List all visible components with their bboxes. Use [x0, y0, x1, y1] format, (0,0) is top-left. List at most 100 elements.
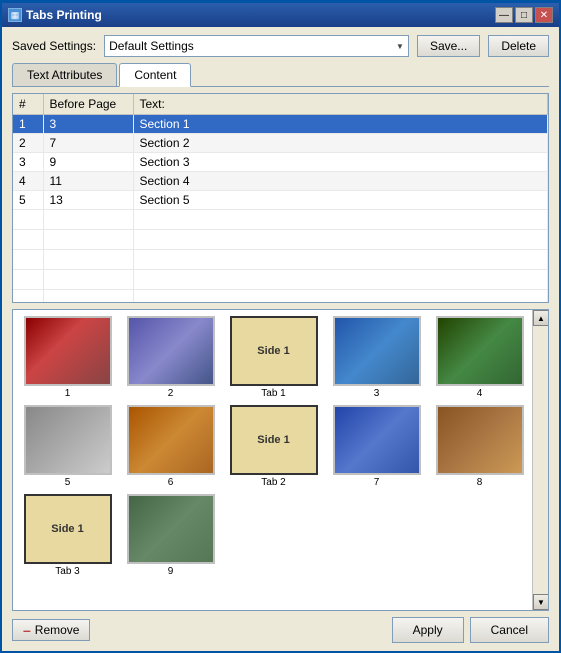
- page-thumb-content: [335, 407, 419, 473]
- minimize-button[interactable]: —: [495, 7, 513, 23]
- table-row-empty: [13, 230, 548, 250]
- list-item[interactable]: 2: [122, 316, 219, 399]
- app-icon: ▦: [8, 8, 22, 22]
- scroll-down-button[interactable]: ▼: [533, 594, 549, 610]
- scroll-up-button[interactable]: ▲: [533, 310, 549, 326]
- cell-text: Section 1: [133, 115, 548, 134]
- thumbnail-label: Tab 2: [261, 477, 285, 488]
- cell-before-page: 9: [43, 153, 133, 172]
- thumbnail-label: 8: [477, 477, 483, 488]
- thumbnail-image: [436, 316, 524, 386]
- title-bar: ▦ Tabs Printing — □ ✕: [2, 3, 559, 27]
- list-item[interactable]: 5: [19, 405, 116, 488]
- thumbnail-image: [24, 405, 112, 475]
- cell-before-page: 11: [43, 172, 133, 191]
- table-row[interactable]: 5 13 Section 5: [13, 191, 548, 210]
- page-thumb-content: [438, 407, 522, 473]
- col-header-text: Text:: [133, 94, 548, 115]
- cancel-button[interactable]: Cancel: [470, 617, 549, 643]
- content-table: # Before Page Text: 1 3 Section 1 2 7 Se…: [13, 94, 548, 303]
- content-area: Saved Settings: Default Settings ▼ Save.…: [2, 27, 559, 651]
- table-row-empty: [13, 270, 548, 290]
- scrollbar: ▲ ▼: [532, 310, 548, 610]
- list-item[interactable]: 1: [19, 316, 116, 399]
- maximize-button[interactable]: □: [515, 7, 533, 23]
- list-item[interactable]: 4: [431, 316, 528, 399]
- page-thumb-content: [129, 318, 213, 384]
- table-row[interactable]: 1 3 Section 1: [13, 115, 548, 134]
- cell-text: Section 4: [133, 172, 548, 191]
- combo-value: Default Settings: [109, 39, 194, 53]
- thumbnail-image: Side 1: [230, 316, 318, 386]
- thumbnail-image: Side 1: [24, 494, 112, 564]
- remove-icon: –: [23, 622, 31, 638]
- table-row[interactable]: 2 7 Section 2: [13, 134, 548, 153]
- title-bar-left: ▦ Tabs Printing: [8, 8, 102, 22]
- thumbnail-panel: 12Side 1Tab 13456Side 1Tab 278Side 1Tab …: [12, 309, 549, 611]
- remove-button[interactable]: – Remove: [12, 619, 90, 641]
- tab-content[interactable]: Content: [119, 63, 191, 87]
- table-row-empty: [13, 250, 548, 270]
- cell-text: Section 3: [133, 153, 548, 172]
- delete-button[interactable]: Delete: [488, 35, 549, 57]
- thumbnail-label: 5: [65, 477, 71, 488]
- cell-text: Section 2: [133, 134, 548, 153]
- tab-text-attributes[interactable]: Text Attributes: [12, 63, 117, 86]
- window-title: Tabs Printing: [26, 8, 102, 22]
- cell-before-page: 13: [43, 191, 133, 210]
- table-row[interactable]: 4 11 Section 4: [13, 172, 548, 191]
- cell-num: 4: [13, 172, 43, 191]
- title-controls: — □ ✕: [495, 7, 553, 23]
- scroll-thumb[interactable]: [533, 326, 548, 594]
- table-row[interactable]: 3 9 Section 3: [13, 153, 548, 172]
- cell-text: Section 5: [133, 191, 548, 210]
- tabs-row: Text Attributes Content: [12, 63, 549, 87]
- combo-arrow-icon: ▼: [396, 42, 404, 51]
- page-thumb-content: [335, 318, 419, 384]
- thumbnail-label: Tab 1: [261, 388, 285, 399]
- list-item[interactable]: Side 1 Tab 3: [19, 494, 116, 577]
- saved-settings-row: Saved Settings: Default Settings ▼ Save.…: [12, 35, 549, 57]
- saved-settings-label: Saved Settings:: [12, 39, 96, 53]
- tab-thumb-content: Side 1: [232, 407, 316, 473]
- main-window: ▦ Tabs Printing — □ ✕ Saved Settings: De…: [0, 0, 561, 653]
- action-buttons: Apply Cancel: [392, 617, 549, 643]
- list-item[interactable]: 3: [328, 316, 425, 399]
- page-thumb-content: [129, 407, 213, 473]
- thumbnail-grid: 12Side 1Tab 13456Side 1Tab 278Side 1Tab …: [19, 316, 528, 577]
- cell-num: 3: [13, 153, 43, 172]
- page-thumb-content: [438, 318, 522, 384]
- cell-before-page: 7: [43, 134, 133, 153]
- table-row-empty: [13, 290, 548, 304]
- thumbnail-image: [333, 405, 421, 475]
- page-thumb-content: [26, 318, 110, 384]
- cell-num: 1: [13, 115, 43, 134]
- thumbnail-image: [127, 405, 215, 475]
- save-button[interactable]: Save...: [417, 35, 480, 57]
- saved-settings-combo[interactable]: Default Settings ▼: [104, 35, 409, 57]
- thumbnail-image: [127, 316, 215, 386]
- tab-thumb-content: Side 1: [26, 496, 110, 562]
- thumbnail-image: [127, 494, 215, 564]
- table-container: # Before Page Text: 1 3 Section 1 2 7 Se…: [12, 93, 549, 303]
- list-item[interactable]: 8: [431, 405, 528, 488]
- thumbnail-label: 7: [374, 477, 380, 488]
- thumbnail-label: 9: [168, 566, 174, 577]
- tab-thumb-content: Side 1: [232, 318, 316, 384]
- list-item[interactable]: Side 1 Tab 2: [225, 405, 322, 488]
- list-item[interactable]: 9: [122, 494, 219, 577]
- cell-num: 5: [13, 191, 43, 210]
- thumbnail-label: 6: [168, 477, 174, 488]
- close-button[interactable]: ✕: [535, 7, 553, 23]
- thumbnail-image: [333, 316, 421, 386]
- apply-button[interactable]: Apply: [392, 617, 464, 643]
- list-item[interactable]: 6: [122, 405, 219, 488]
- thumbnail-image: [24, 316, 112, 386]
- thumbnail-scroll-area[interactable]: 12Side 1Tab 13456Side 1Tab 278Side 1Tab …: [13, 310, 548, 610]
- cell-num: 2: [13, 134, 43, 153]
- list-item[interactable]: Side 1 Tab 1: [225, 316, 322, 399]
- thumbnail-label: Tab 3: [55, 566, 79, 577]
- cell-before-page: 3: [43, 115, 133, 134]
- list-item[interactable]: 7: [328, 405, 425, 488]
- page-thumb-content: [129, 496, 213, 562]
